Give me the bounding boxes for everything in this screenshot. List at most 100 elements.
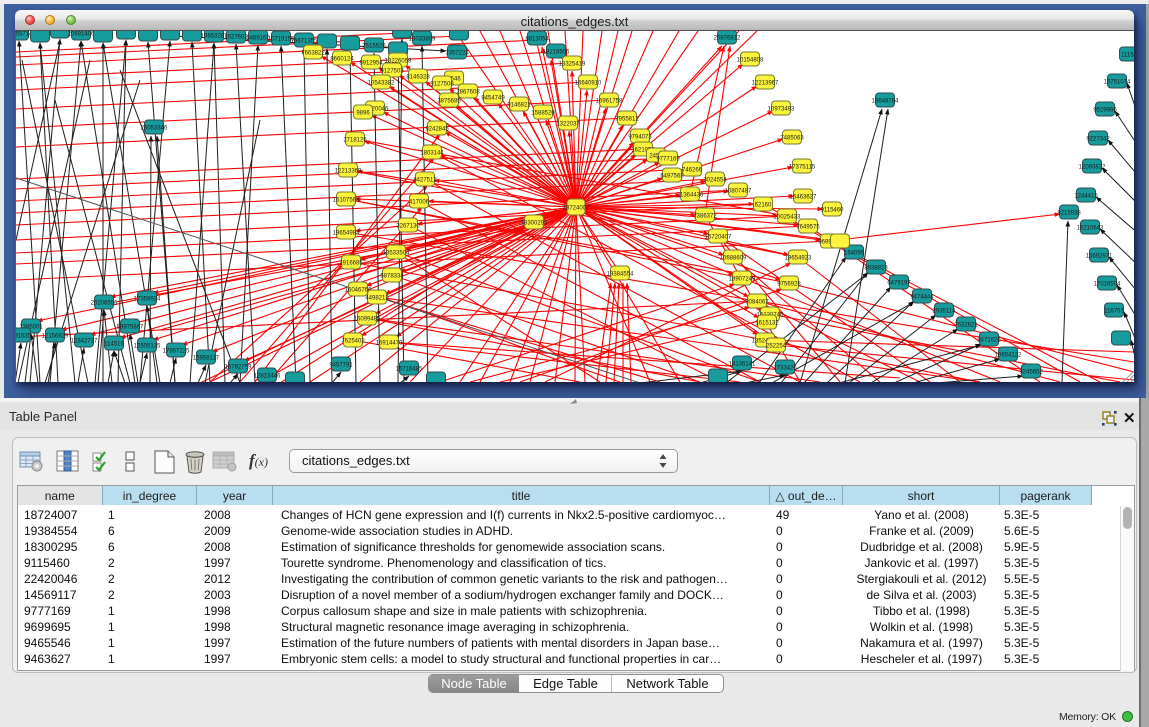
svg-text:26053346: 26053346 bbox=[141, 126, 168, 132]
svg-text:3875685: 3875685 bbox=[437, 99, 461, 105]
svg-text:8813054: 8813054 bbox=[525, 37, 549, 43]
svg-text:16648784: 16648784 bbox=[872, 99, 899, 105]
svg-text:15716485: 15716485 bbox=[396, 367, 423, 373]
svg-text:16099485: 16099485 bbox=[354, 317, 381, 323]
svg-text:1588520: 1588520 bbox=[531, 111, 555, 117]
svg-text:8215938: 8215938 bbox=[1057, 211, 1081, 217]
svg-text:17359924: 17359924 bbox=[134, 297, 161, 303]
svg-text:7955812: 7955812 bbox=[615, 117, 639, 123]
svg-text:12342737: 12342737 bbox=[71, 339, 98, 345]
svg-text:8660124: 8660124 bbox=[330, 57, 354, 63]
svg-text:9127503: 9127503 bbox=[380, 69, 404, 75]
svg-text:11154: 11154 bbox=[1121, 53, 1134, 59]
svg-text:19218506: 19218506 bbox=[543, 50, 570, 56]
svg-text:1322037: 1322037 bbox=[556, 122, 580, 128]
svg-text:14136141: 14136141 bbox=[729, 362, 756, 368]
svg-text:16914479: 16914479 bbox=[376, 341, 403, 347]
svg-text:3267130: 3267130 bbox=[396, 224, 420, 230]
svg-text:7649575: 7649575 bbox=[796, 225, 820, 231]
svg-text:3024554: 3024554 bbox=[703, 178, 727, 184]
svg-text:8912954: 8912954 bbox=[359, 61, 383, 67]
svg-text:7386372: 7386372 bbox=[693, 214, 717, 220]
svg-text:9896: 9896 bbox=[356, 111, 370, 117]
svg-text:10654122: 10654122 bbox=[995, 353, 1022, 359]
svg-text:9127508: 9127508 bbox=[430, 82, 454, 88]
svg-text:15692971: 15692971 bbox=[1086, 254, 1113, 260]
svg-text:9084067: 9084067 bbox=[745, 300, 769, 306]
svg-text:1244415: 1244415 bbox=[1074, 194, 1098, 200]
svg-text:4498212: 4498212 bbox=[365, 296, 389, 302]
svg-text:15958117: 15958117 bbox=[193, 356, 220, 362]
svg-text:10973493: 10973493 bbox=[768, 107, 795, 113]
svg-text:12505135: 12505135 bbox=[134, 344, 161, 350]
svg-text:15720407: 15720407 bbox=[705, 235, 732, 241]
svg-text:2718126: 2718126 bbox=[343, 138, 367, 144]
svg-text:7625402: 7625402 bbox=[341, 339, 365, 345]
svg-text:18300295: 18300295 bbox=[521, 221, 548, 227]
svg-text:2867608: 2867608 bbox=[456, 90, 480, 96]
svg-text:17375115: 17375115 bbox=[789, 165, 816, 171]
svg-text:6479197: 6479197 bbox=[887, 281, 911, 287]
svg-text:12213967: 12213967 bbox=[752, 81, 779, 87]
svg-text:15751074: 15751074 bbox=[1104, 80, 1131, 86]
svg-text:16640910: 16640910 bbox=[575, 81, 602, 87]
svg-text:9146821: 9146821 bbox=[507, 103, 531, 109]
svg-text:18724007: 18724007 bbox=[563, 206, 590, 212]
svg-text:7357224: 7357224 bbox=[445, 51, 469, 57]
svg-text:17957225: 17957225 bbox=[163, 349, 190, 355]
svg-text:6497568: 6497568 bbox=[660, 174, 684, 180]
svg-text:16782759: 16782759 bbox=[225, 365, 252, 371]
svg-text:9242845: 9242845 bbox=[425, 127, 449, 133]
svg-text:8427512: 8427512 bbox=[413, 178, 437, 184]
svg-text:9756928: 9756928 bbox=[777, 282, 801, 288]
svg-text:9245652: 9245652 bbox=[1019, 370, 1043, 376]
svg-text:12213369: 12213369 bbox=[335, 169, 362, 175]
svg-text:1916685: 1916685 bbox=[339, 261, 363, 267]
svg-text:252254: 252254 bbox=[766, 344, 787, 350]
svg-text:12823446: 12823446 bbox=[254, 374, 281, 380]
svg-text:21364436: 21364436 bbox=[677, 193, 704, 199]
svg-text:16463627: 16463627 bbox=[790, 195, 817, 201]
svg-text:13533504: 13533504 bbox=[383, 251, 410, 257]
svg-text:20691406: 20691406 bbox=[68, 32, 95, 38]
svg-text:10025433: 10025433 bbox=[774, 215, 801, 221]
svg-text:16210643: 16210643 bbox=[1077, 226, 1104, 232]
svg-text:12093822: 12093822 bbox=[1079, 165, 1106, 171]
svg-text:5878334: 5878334 bbox=[380, 274, 404, 280]
svg-text:9227342: 9227342 bbox=[1086, 137, 1110, 143]
svg-text:7663822: 7663822 bbox=[301, 51, 325, 57]
svg-text:9474444: 9474444 bbox=[910, 295, 934, 301]
svg-text:19654983: 19654983 bbox=[333, 231, 360, 237]
svg-text:2935114: 2935114 bbox=[933, 309, 957, 315]
svg-text:18907249: 18907249 bbox=[729, 277, 756, 283]
svg-text:114519: 114519 bbox=[104, 342, 124, 348]
svg-text:16033809: 16033809 bbox=[409, 37, 436, 43]
svg-text:10154808: 10154808 bbox=[737, 58, 764, 64]
svg-text:746266: 746266 bbox=[682, 168, 703, 174]
svg-text:1527602: 1527602 bbox=[224, 35, 248, 41]
svg-text:16961758: 16961758 bbox=[596, 99, 623, 105]
svg-text:9457791: 9457791 bbox=[329, 363, 353, 369]
svg-text:8146328: 8146328 bbox=[406, 75, 430, 81]
svg-text:16671355: 16671355 bbox=[291, 39, 318, 45]
svg-text:164095: 164095 bbox=[844, 251, 865, 257]
svg-text:10543382: 10543382 bbox=[368, 81, 395, 87]
svg-text:16107565: 16107565 bbox=[333, 198, 360, 204]
svg-text:8454749: 8454749 bbox=[481, 96, 505, 102]
svg-text:9794073: 9794073 bbox=[628, 135, 652, 141]
svg-text:17016504: 17016504 bbox=[1094, 282, 1121, 288]
svg-text:19384554: 19384554 bbox=[607, 272, 634, 278]
svg-text:20206556: 20206556 bbox=[91, 301, 118, 307]
svg-text:10688609: 10688609 bbox=[720, 256, 747, 262]
svg-text:9115460: 9115460 bbox=[821, 208, 845, 214]
svg-text:8471626: 8471626 bbox=[977, 338, 1001, 344]
svg-text:1733426: 1733426 bbox=[773, 366, 797, 372]
svg-text:391535: 391535 bbox=[16, 334, 32, 340]
svg-text:8938923: 8938923 bbox=[864, 266, 888, 272]
svg-text:99975867: 99975867 bbox=[117, 325, 144, 331]
svg-text:20876812: 20876812 bbox=[714, 36, 741, 42]
svg-text:7515526: 7515526 bbox=[362, 44, 386, 50]
svg-text:1803144: 1803144 bbox=[420, 151, 444, 157]
svg-text:12156829: 12156829 bbox=[42, 334, 69, 340]
svg-text:9777169: 9777169 bbox=[656, 157, 680, 163]
